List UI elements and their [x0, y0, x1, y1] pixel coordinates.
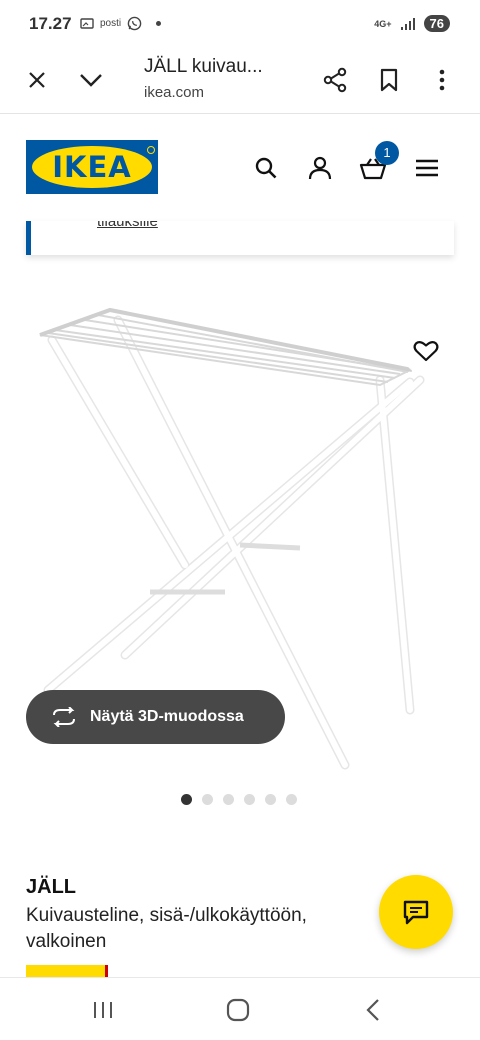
menu-button[interactable]: [410, 151, 444, 185]
heart-icon: [413, 341, 439, 362]
whatsapp-icon: [127, 16, 142, 31]
bookmark-icon: [380, 68, 398, 92]
share-icon: [323, 67, 347, 93]
recent-apps-button[interactable]: [83, 990, 123, 1030]
add-to-favorites-button[interactable]: [402, 327, 450, 375]
close-tab-button[interactable]: [20, 63, 54, 97]
price-tag: [26, 965, 108, 977]
page-title: JÄLL kuivau...: [144, 56, 263, 77]
ikea-logo[interactable]: IKEA: [26, 140, 158, 194]
close-icon: [29, 72, 45, 88]
signal-icon: [400, 17, 415, 30]
status-bar: 17.27 posti 4G+ 76: [0, 0, 480, 48]
share-button[interactable]: [318, 63, 352, 97]
home-button[interactable]: [218, 990, 258, 1030]
carousel-dot[interactable]: [202, 794, 213, 805]
battery-indicator: 76: [423, 15, 450, 32]
carousel-dot[interactable]: [223, 794, 234, 805]
chat-button[interactable]: [379, 875, 453, 949]
status-time: 17.27: [29, 14, 72, 33]
hamburger-menu-icon: [416, 159, 438, 177]
bookmark-button[interactable]: [372, 63, 406, 97]
network-type: 4G+: [374, 18, 392, 29]
carousel-dot[interactable]: [244, 794, 255, 805]
registered-mark: [147, 146, 155, 154]
more-vertical-icon: [439, 69, 445, 91]
notice-link[interactable]: tilauksille: [97, 221, 158, 230]
back-icon: [366, 999, 379, 1021]
carousel-dot[interactable]: [286, 794, 297, 805]
site-header: IKEA 1: [0, 115, 480, 221]
product-name: JÄLL: [26, 876, 76, 898]
account-button[interactable]: [303, 151, 337, 185]
more-options-button[interactable]: [425, 63, 459, 97]
home-icon: [226, 998, 250, 1022]
logo-text: IKEA: [52, 150, 132, 184]
page-url: ikea.com: [144, 84, 205, 101]
posti-icon: posti: [100, 18, 122, 29]
back-button[interactable]: [353, 990, 393, 1030]
product-description: Kuivausteline, sisä-/ulkokäyttöön, valko…: [26, 905, 307, 952]
dot-icon: [156, 21, 162, 26]
browser-toolbar: JÄLL kuivau... ikea.com: [0, 48, 480, 114]
view-3d-label: Näytä 3D-muodossa: [90, 708, 244, 725]
search-button[interactable]: [249, 151, 283, 185]
search-icon: [255, 157, 277, 179]
view-3d-button[interactable]: Näytä 3D-muodossa: [26, 690, 285, 744]
system-navigation-bar: [0, 977, 480, 1040]
minimize-button[interactable]: [74, 63, 108, 97]
status-notification-icons: posti: [80, 16, 162, 31]
status-system-icons: 4G+ 76: [374, 15, 450, 32]
image-carousel-dots: [181, 794, 297, 805]
recent-apps-icon: [94, 1002, 112, 1018]
chevron-down-icon: [80, 74, 102, 87]
chat-icon: [403, 900, 429, 925]
cast-icon: [80, 17, 94, 29]
carousel-dot[interactable]: [265, 794, 276, 805]
rotate-3d-icon: [50, 707, 78, 727]
user-icon: [308, 156, 332, 180]
carousel-dot[interactable]: [181, 794, 192, 805]
notice-card: tilauksille: [26, 221, 454, 255]
cart-count-badge: 1: [375, 141, 399, 165]
